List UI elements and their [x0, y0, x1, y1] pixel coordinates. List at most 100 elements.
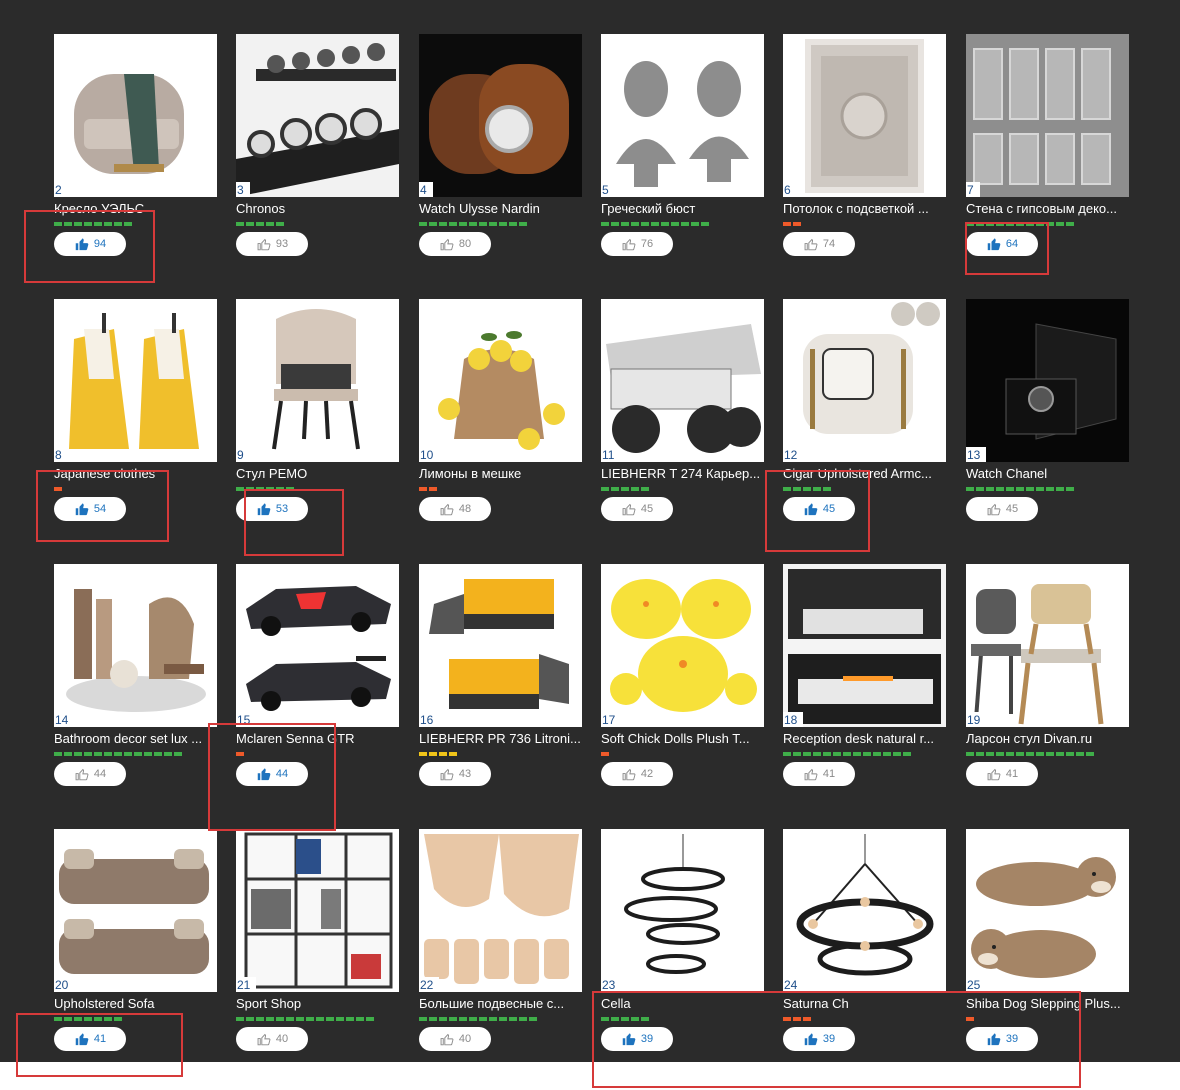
model-thumbnail[interactable]: 8 — [54, 299, 217, 462]
model-title[interactable]: Saturna Ch — [783, 996, 947, 1012]
model-title[interactable]: Стена с гипсовым деко... — [966, 201, 1130, 217]
model-card[interactable]: 6 Потолок с подсветкой ... 74 — [783, 34, 947, 274]
model-card[interactable]: 8 Japanese clothes 54 — [54, 299, 218, 539]
model-title[interactable]: Watch Ulysse Nardin — [419, 201, 583, 217]
model-title[interactable]: Большие подвесные с... — [419, 996, 583, 1012]
like-button[interactable]: 80 — [419, 232, 491, 256]
model-card[interactable]: 23 Cella 39 — [601, 829, 765, 1069]
model-card[interactable]: 16 LIEBHERR PR 736 Litroni... 43 — [419, 564, 583, 804]
model-title[interactable]: Sport Shop — [236, 996, 400, 1012]
model-title[interactable]: Bathroom decor set lux ... — [54, 731, 218, 747]
like-button[interactable]: 40 — [236, 1027, 308, 1051]
model-title[interactable]: Кресло УЭЛЬС — [54, 201, 218, 217]
model-card[interactable]: 19 Ларсон стул Divan.ru 41 — [966, 564, 1130, 804]
model-title[interactable]: Reception desk natural r... — [783, 731, 947, 747]
model-title[interactable]: Mclaren Senna GTR — [236, 731, 400, 747]
model-thumbnail[interactable]: 14 — [54, 564, 217, 727]
model-card[interactable]: 3 Chronos 93 — [236, 34, 400, 274]
model-card[interactable]: 24 Saturna Ch 39 — [783, 829, 947, 1069]
like-button[interactable]: 41 — [783, 762, 855, 786]
rating-segment — [1046, 222, 1054, 226]
like-button[interactable]: 40 — [419, 1027, 491, 1051]
like-button[interactable]: 54 — [54, 497, 126, 521]
like-button[interactable]: 43 — [419, 762, 491, 786]
model-title[interactable]: Upholstered Sofa — [54, 996, 218, 1012]
like-button[interactable]: 64 — [966, 232, 1038, 256]
like-button[interactable]: 45 — [783, 497, 855, 521]
model-title[interactable]: Chronos — [236, 201, 400, 217]
model-card[interactable]: 9 Стул РЕМО 53 — [236, 299, 400, 539]
model-card[interactable]: 21 Sport Shop 40 — [236, 829, 400, 1069]
model-title[interactable]: Ларсон стул Divan.ru — [966, 731, 1130, 747]
like-button[interactable]: 45 — [966, 497, 1038, 521]
like-button[interactable]: 53 — [236, 497, 308, 521]
model-card[interactable]: 14 Bathroom decor set lux ... 44 — [54, 564, 218, 804]
model-title[interactable]: LIEBHERR PR 736 Litroni... — [419, 731, 583, 747]
like-button[interactable]: 94 — [54, 232, 126, 256]
rating-segment — [366, 1017, 374, 1021]
model-thumbnail[interactable]: 2 — [54, 34, 217, 197]
like-button[interactable]: 39 — [966, 1027, 1038, 1051]
model-thumbnail[interactable]: 15 — [236, 564, 399, 727]
model-title[interactable]: Греческий бюст — [601, 201, 765, 217]
model-thumbnail[interactable]: 10 — [419, 299, 582, 462]
like-button[interactable]: 44 — [54, 762, 126, 786]
rating-segment — [631, 487, 639, 491]
model-title[interactable]: Cella — [601, 996, 765, 1012]
model-card[interactable]: 5 Греческий бюст 76 — [601, 34, 765, 274]
model-card[interactable]: 11 LIEBHERR T 274 Карьер... 45 — [601, 299, 765, 539]
like-button[interactable]: 39 — [783, 1027, 855, 1051]
model-title[interactable]: Лимоны в мешке — [419, 466, 583, 482]
model-card[interactable]: 18 Reception desk natural r... 41 — [783, 564, 947, 804]
model-thumbnail[interactable]: 25 — [966, 829, 1129, 992]
model-card[interactable]: 10 Лимоны в мешке 48 — [419, 299, 583, 539]
model-title[interactable]: Shiba Dog Slepping Plus... — [966, 996, 1130, 1012]
like-button[interactable]: 42 — [601, 762, 673, 786]
model-card[interactable]: 25 Shiba Dog Slepping Plus... 39 — [966, 829, 1130, 1069]
like-button[interactable]: 76 — [601, 232, 673, 256]
model-title[interactable]: LIEBHERR T 274 Карьер... — [601, 466, 765, 482]
model-thumbnail[interactable]: 3 — [236, 34, 399, 197]
model-title[interactable]: Стул РЕМО — [236, 466, 400, 482]
like-button[interactable]: 48 — [419, 497, 491, 521]
model-card[interactable]: 17 Soft Chick Dolls Plush T... 42 — [601, 564, 765, 804]
model-thumbnail[interactable]: 24 — [783, 829, 946, 992]
like-button[interactable]: 41 — [54, 1027, 126, 1051]
model-title[interactable]: Cigar Upholstered Armc... — [783, 466, 947, 482]
model-thumbnail[interactable]: 22 — [419, 829, 582, 992]
like-button[interactable]: 45 — [601, 497, 673, 521]
model-thumbnail[interactable]: 16 — [419, 564, 582, 727]
model-card[interactable]: 2 Кресло УЭЛЬС 94 — [54, 34, 218, 274]
model-thumbnail[interactable]: 20 — [54, 829, 217, 992]
model-thumbnail[interactable]: 19 — [966, 564, 1129, 727]
model-card[interactable]: 12 Cigar Upholstered Armc... 45 — [783, 299, 947, 539]
like-button[interactable]: 44 — [236, 762, 308, 786]
model-thumbnail[interactable]: 21 — [236, 829, 399, 992]
model-thumbnail[interactable]: 9 — [236, 299, 399, 462]
model-thumbnail[interactable]: 6 — [783, 34, 946, 197]
like-button[interactable]: 39 — [601, 1027, 673, 1051]
model-thumbnail[interactable]: 23 — [601, 829, 764, 992]
model-card[interactable]: 20 Upholstered Sofa 41 — [54, 829, 218, 1069]
model-thumbnail[interactable]: 11 — [601, 299, 764, 462]
model-card[interactable]: 15 Mclaren Senna GTR 44 — [236, 564, 400, 804]
model-thumbnail[interactable]: 18 — [783, 564, 946, 727]
rating-segment — [246, 222, 254, 226]
model-thumbnail[interactable]: 12 — [783, 299, 946, 462]
model-title[interactable]: Soft Chick Dolls Plush T... — [601, 731, 765, 747]
model-thumbnail[interactable]: 4 — [419, 34, 582, 197]
model-thumbnail[interactable]: 13 — [966, 299, 1129, 462]
model-card[interactable]: 22 Большие подвесные с... 40 — [419, 829, 583, 1069]
model-card[interactable]: 4 Watch Ulysse Nardin 80 — [419, 34, 583, 274]
like-button[interactable]: 74 — [783, 232, 855, 256]
like-button[interactable]: 93 — [236, 232, 308, 256]
model-thumbnail[interactable]: 17 — [601, 564, 764, 727]
model-card[interactable]: 7 Стена с гипсовым деко... 64 — [966, 34, 1130, 274]
model-card[interactable]: 13 Watch Chanel 45 — [966, 299, 1130, 539]
model-thumbnail[interactable]: 5 — [601, 34, 764, 197]
model-title[interactable]: Потолок с подсветкой ... — [783, 201, 947, 217]
model-title[interactable]: Watch Chanel — [966, 466, 1130, 482]
model-title[interactable]: Japanese clothes — [54, 466, 218, 482]
like-button[interactable]: 41 — [966, 762, 1038, 786]
model-thumbnail[interactable]: 7 — [966, 34, 1129, 197]
